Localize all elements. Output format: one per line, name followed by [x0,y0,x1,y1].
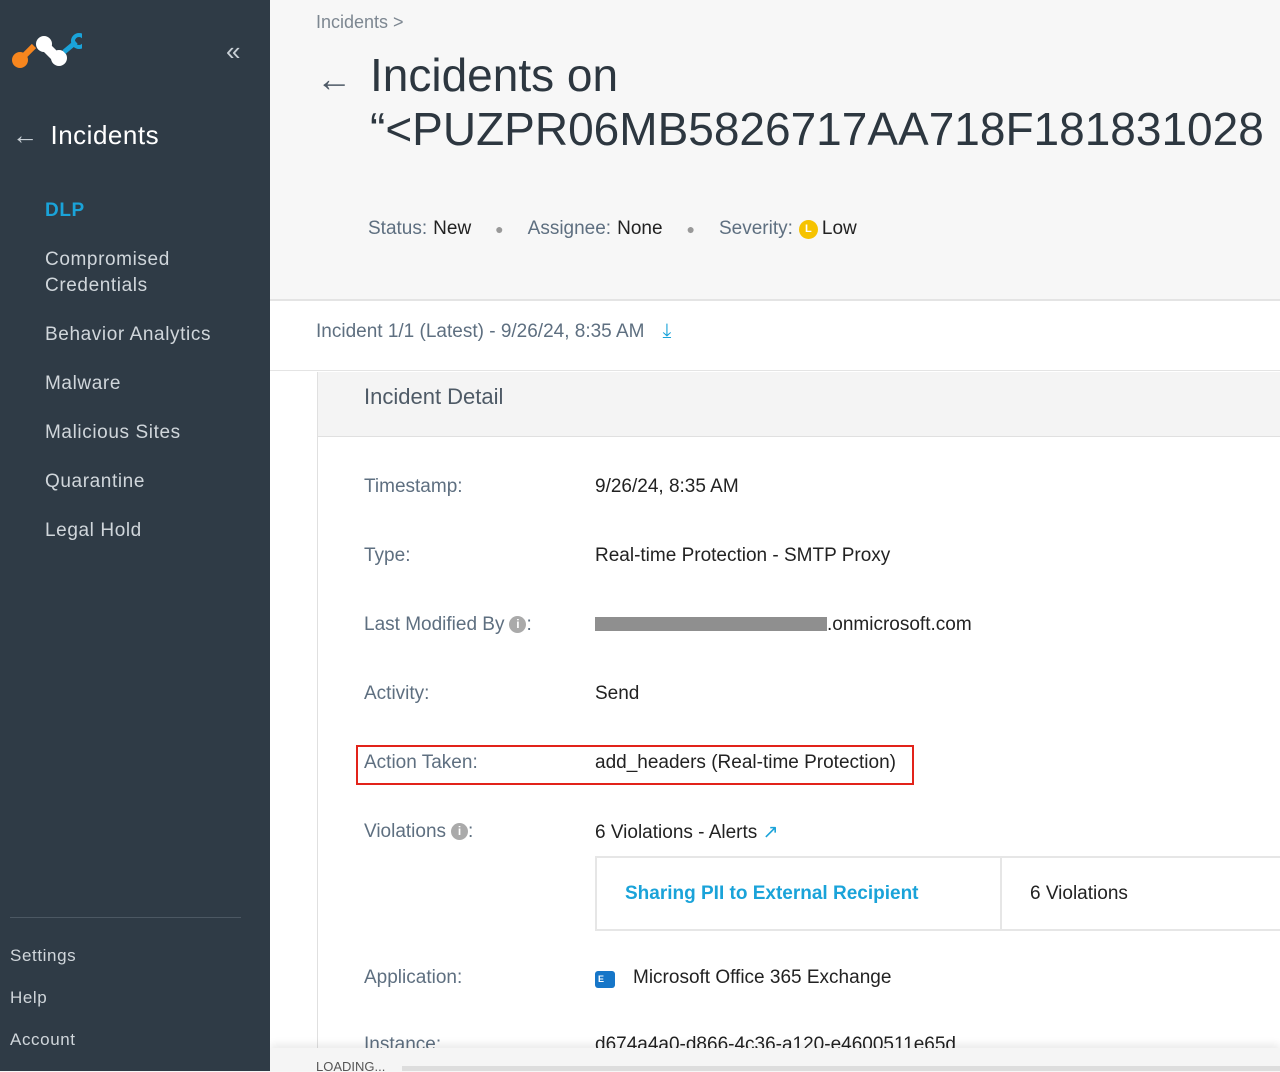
value: E Microsoft Office 365 Exchange [595,967,891,989]
sidebar: « ← Incidents DLP Compromised Credential… [0,0,270,1071]
value: 6 Violations - Alerts ↗ [595,821,779,844]
label: Last Modified By i: [364,614,532,635]
assignee-value: None [617,218,663,239]
value: Real-time Protection - SMTP Proxy [595,545,891,566]
value: add_headers (Real-time Protection) [595,752,896,773]
back-to-incidents[interactable]: ← Incidents [12,120,159,151]
sidebar-item-dlp[interactable]: DLP [45,198,255,224]
page-title: Incidents on “<PUZPR06MB5826717AA718F1818… [370,48,1264,156]
application-name: Microsoft Office 365 Exchange [633,967,892,988]
arrow-left-icon: ← [12,120,39,150]
sidebar-item-account[interactable]: Account [10,1030,76,1050]
info-icon[interactable]: i [509,616,527,633]
label: Type: [364,545,411,566]
sidebar-item-quarantine[interactable]: Quarantine [45,469,255,495]
label-text: Violations [364,821,447,842]
loading-text: LOADING... [316,1059,386,1071]
activity-row: Activity: Send [364,683,639,705]
title-line-2: “<PUZPR06MB5826717AA718F181831028 [370,103,1264,155]
progress-track [402,1066,1280,1071]
type-row: Type: Real-time Protection - SMTP Proxy [364,545,890,567]
external-link-icon[interactable]: ↗ [763,822,779,843]
collapse-sidebar-icon[interactable]: « [226,36,240,67]
label: Action Taken: [364,752,478,773]
incident-detail-panel: Incident Detail Timestamp: 9/26/24, 8:35 … [317,372,1280,1071]
back-arrow-icon[interactable]: ← [316,58,352,100]
value: 9/26/24, 8:35 AM [595,476,739,497]
label: Violations i: [364,821,474,842]
status-label: Status: [368,218,428,239]
severity-label: Severity: [718,218,793,239]
breadcrumb[interactable]: Incidents > [316,12,404,33]
status-value: New [433,218,472,239]
sidebar-title: Incidents [50,120,160,150]
netskope-logo [12,33,82,68]
violation-count: 6 Violations [1030,883,1128,904]
sidebar-item-settings[interactable]: Settings [10,946,76,966]
label: Timestamp: [364,476,463,497]
incident-meta: Status: New ● Assignee: None ● Severity: L L… [368,218,857,240]
sidebar-item-help[interactable]: Help [10,988,76,1008]
sidebar-item-malicious-sites[interactable]: Malicious Sites [45,420,255,446]
assignee-label: Assignee: [527,218,612,239]
value: Send [595,683,640,704]
exchange-icon: E [595,971,615,988]
download-icon[interactable]: ⤓ [662,320,671,343]
application-row: Application: E Microsoft Office 365 Exchan… [364,967,891,989]
sidebar-item-malware[interactable]: Malware [45,371,255,397]
violations-row: Violations i: 6 Violations - Alerts ↗ [364,821,779,844]
divider [10,917,241,918]
last-modified-row: Last Modified By i: .onmicrosoft.com [364,614,972,636]
incident-selector: Incident 1/1 (Latest) - 9/26/24, 8:35 AM… [316,320,671,343]
sidebar-item-compromised-credentials[interactable]: Compromised Credentials [45,247,255,299]
loading-bar: LOADING... [270,1048,1280,1071]
violation-policy-link[interactable]: Sharing PII to External Recipient [597,858,1002,929]
info-icon[interactable]: i [451,823,469,840]
action-taken-row: Action Taken: add_headers (Real-time Prot… [364,752,896,774]
divider [270,370,1280,371]
separator-dot: ● [495,221,504,237]
timestamp-row: Timestamp: 9/26/24, 8:35 AM [364,476,739,498]
violations-link[interactable]: 6 Violations - Alerts [595,822,757,843]
main-content: Incidents > ← Incidents on “<PUZPR06MB582… [270,0,1280,1071]
redacted-block [595,617,827,631]
separator-dot: ● [686,221,695,237]
label: Application: [364,967,463,988]
severity-value: Low [821,218,857,239]
title-line-1: Incidents on [370,49,619,101]
severity-badge: L [798,219,818,239]
email-domain: .onmicrosoft.com [827,614,972,635]
value: .onmicrosoft.com [595,614,972,636]
panel-heading: Incident Detail [318,372,1280,437]
sidebar-nav: DLP Compromised Credentials Behavior Ana… [45,198,255,567]
violation-table: Sharing PII to External Recipient 6 Viol… [595,856,1280,931]
sidebar-item-behavior-analytics[interactable]: Behavior Analytics [45,322,255,348]
label-text: Last Modified By [364,614,505,635]
sidebar-item-legal-hold[interactable]: Legal Hold [45,518,255,544]
incident-version[interactable]: Incident 1/1 (Latest) - 9/26/24, 8:35 AM [316,321,644,343]
label: Activity: [364,683,430,704]
